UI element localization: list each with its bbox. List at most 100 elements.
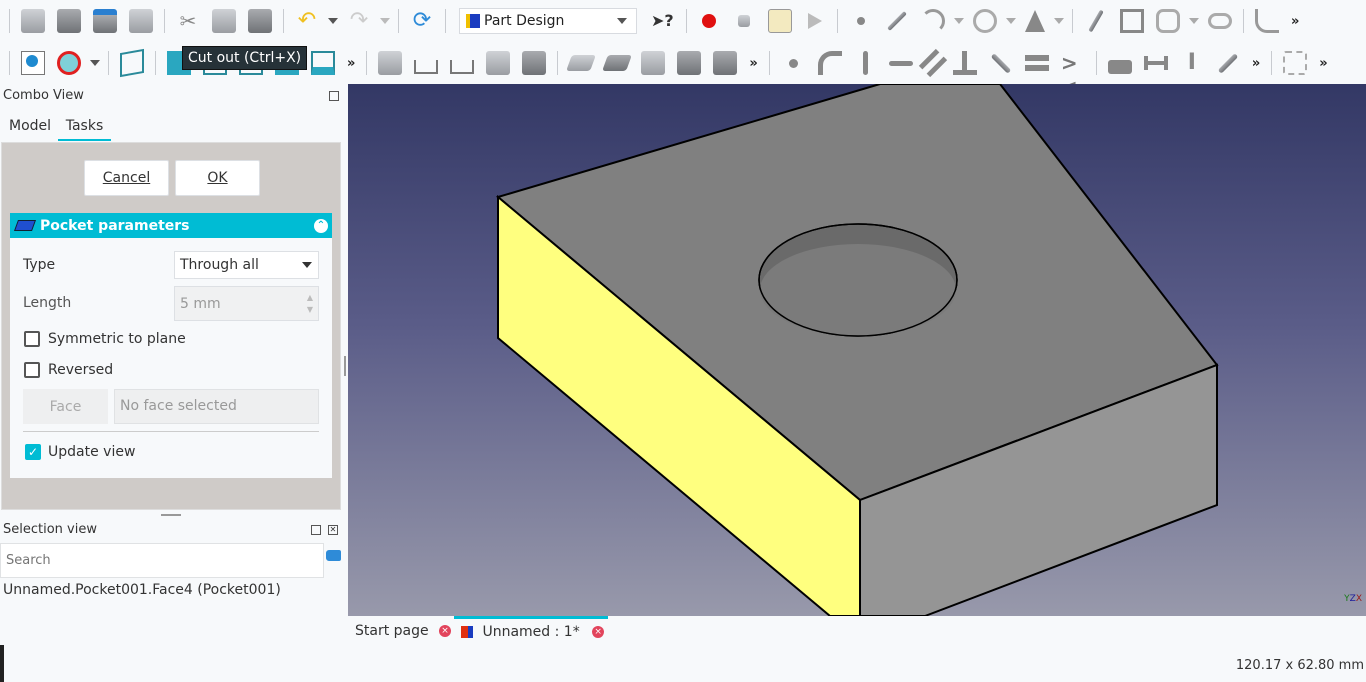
open-icon[interactable] xyxy=(57,9,81,33)
more-part-icon[interactable]: » xyxy=(749,56,757,71)
sketch-conic-icon[interactable] xyxy=(1025,10,1045,32)
pad-icon[interactable] xyxy=(566,55,597,71)
3d-viewport[interactable]: YZX xyxy=(348,84,1366,616)
fit-all-icon[interactable] xyxy=(21,51,45,75)
redo-icon[interactable]: ↷ xyxy=(347,9,371,33)
close-icon[interactable]: ✕ xyxy=(328,525,338,535)
undock-icon[interactable] xyxy=(329,91,339,101)
additive-box-icon[interactable] xyxy=(713,51,738,75)
draw-style-dropdown-icon[interactable] xyxy=(90,60,100,66)
more-sketcher-icon[interactable]: » xyxy=(1319,56,1327,71)
more-views-icon[interactable]: » xyxy=(347,56,355,71)
bottom-view-icon[interactable] xyxy=(311,51,335,75)
whats-this-icon[interactable]: ➤? xyxy=(651,9,675,33)
save-as-icon[interactable] xyxy=(129,9,153,33)
more-tools-icon[interactable]: » xyxy=(1291,14,1299,29)
measure-icon[interactable] xyxy=(486,51,511,75)
length-input[interactable]: 5 mm ▲ ▼ xyxy=(174,286,319,321)
close-tab-icon[interactable]: × xyxy=(592,626,605,638)
isometric-icon[interactable] xyxy=(120,48,144,78)
sketch-slot-icon[interactable] xyxy=(1208,13,1232,29)
symmetric-checkbox[interactable] xyxy=(24,331,40,347)
tab-model[interactable]: Model xyxy=(9,118,51,134)
polygon-dropdown-icon[interactable] xyxy=(1189,18,1199,24)
undock-icon[interactable] xyxy=(311,525,321,535)
type-label: Type xyxy=(23,257,56,273)
sketch-line-icon[interactable] xyxy=(887,11,907,31)
create-body-icon[interactable] xyxy=(378,51,403,75)
part-design-icon xyxy=(466,14,480,28)
close-tab-icon[interactable]: × xyxy=(439,625,452,637)
paste-icon[interactable] xyxy=(248,9,272,33)
reversed-checkbox[interactable] xyxy=(24,362,40,378)
constrain-point-on-object-icon[interactable] xyxy=(817,51,842,75)
pocket-parameters-header[interactable]: Pocket parameters ⌃ xyxy=(10,213,332,238)
face-button[interactable]: Face xyxy=(23,389,108,424)
sketch-polygon-icon[interactable] xyxy=(1156,9,1180,33)
refresh-icon[interactable]: ⟳ xyxy=(410,9,434,33)
export-icon[interactable] xyxy=(450,60,475,74)
sketch-point-icon[interactable] xyxy=(857,17,865,25)
constrain-distance-icon[interactable] xyxy=(1217,52,1239,74)
constrain-perpendicular-icon[interactable] xyxy=(952,51,977,75)
pocket-icon[interactable] xyxy=(602,55,633,71)
tooltip: Cut out (Ctrl+X) xyxy=(182,46,308,70)
conic-dropdown-icon[interactable] xyxy=(1054,18,1064,24)
groove-icon[interactable] xyxy=(677,51,702,75)
collapse-icon[interactable]: ⌃ xyxy=(314,218,328,233)
constrain-horizontal-icon[interactable] xyxy=(888,60,913,66)
save-icon[interactable] xyxy=(93,9,117,33)
workbench-selector[interactable]: Part Design xyxy=(459,8,637,34)
constrain-lock-icon[interactable] xyxy=(1107,60,1132,74)
tab-start-page[interactable]: Start page × xyxy=(355,623,452,639)
constrain-coincident-icon[interactable] xyxy=(788,58,798,68)
cut-icon[interactable]: ✂ xyxy=(176,9,200,33)
left-scroll-handle[interactable] xyxy=(0,645,4,682)
tab-unnamed[interactable]: Unnamed : 1* × xyxy=(454,616,608,646)
sketch-arc-icon[interactable] xyxy=(921,9,945,33)
combo-view: Combo View Model Tasks Cancel OK Pocket … xyxy=(0,84,344,650)
redo-dropdown-icon[interactable] xyxy=(380,18,390,24)
import-icon[interactable] xyxy=(414,60,439,74)
cancel-button[interactable]: Cancel xyxy=(84,160,169,196)
constrain-tangent-icon[interactable] xyxy=(990,52,1012,74)
sketch-polyline-icon[interactable] xyxy=(1088,9,1104,33)
revolution-icon[interactable] xyxy=(641,51,666,75)
selection-search-input[interactable] xyxy=(0,543,324,578)
update-view-checkbox[interactable]: ✓ xyxy=(25,444,41,460)
constrain-parallel-icon[interactable] xyxy=(918,48,947,78)
circle-dropdown-icon[interactable] xyxy=(1006,18,1016,24)
dock-splitter[interactable] xyxy=(344,356,346,376)
constrain-vertical-distance-icon[interactable]: I xyxy=(1180,51,1204,75)
splitter-handle[interactable] xyxy=(161,514,181,516)
more-constraints-icon[interactable]: » xyxy=(1252,56,1260,71)
new-icon[interactable] xyxy=(21,9,45,33)
divider xyxy=(23,431,319,432)
arc-dropdown-icon[interactable] xyxy=(954,18,964,24)
constrain-vertical-icon[interactable] xyxy=(862,51,868,75)
constrain-equal-icon[interactable] xyxy=(1024,55,1049,71)
main-toolbar: ✂ ↶ ↷ ⟳ Part Design ➤? » xyxy=(0,0,1305,42)
part-icon[interactable] xyxy=(522,51,547,75)
undo-dropdown-icon[interactable] xyxy=(328,18,338,24)
sketch-circle-icon[interactable] xyxy=(973,9,997,33)
draw-style-icon[interactable] xyxy=(57,51,81,75)
constrain-horizontal-distance-icon[interactable] xyxy=(1143,56,1168,70)
spin-arrows-icon[interactable]: ▲ ▼ xyxy=(307,292,313,316)
macro-run-icon[interactable] xyxy=(808,13,822,29)
copy-icon[interactable] xyxy=(212,9,236,33)
clear-search-icon[interactable] xyxy=(326,550,341,561)
macro-edit-icon[interactable] xyxy=(768,9,792,33)
toggle-constraint-icon[interactable] xyxy=(1283,51,1308,75)
undo-icon[interactable]: ↶ xyxy=(295,9,319,33)
type-select[interactable]: Through all xyxy=(174,251,319,279)
tab-tasks[interactable]: Tasks xyxy=(58,118,111,141)
sketch-fillet-icon[interactable] xyxy=(1255,9,1279,33)
sketch-rectangle-icon[interactable] xyxy=(1120,9,1144,33)
pocket-parameters-title: Pocket parameters xyxy=(40,217,190,234)
constrain-symmetric-icon[interactable]: >< xyxy=(1061,51,1085,99)
macro-stop-icon[interactable] xyxy=(738,15,750,27)
macro-record-icon[interactable] xyxy=(702,14,716,28)
ok-button[interactable]: OK xyxy=(175,160,260,196)
selection-item[interactable]: Unnamed.Pocket001.Face4 (Pocket001) xyxy=(3,582,281,598)
